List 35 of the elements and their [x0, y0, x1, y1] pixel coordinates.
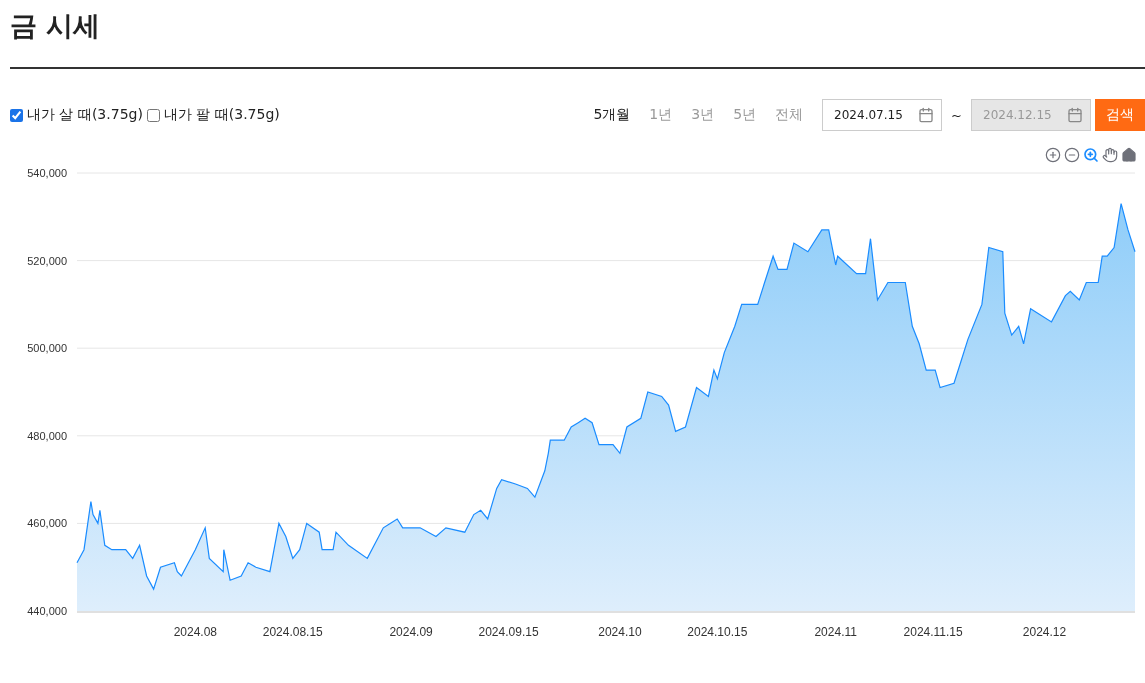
axis-label: 2024.11.15 — [903, 625, 963, 639]
axis-label: 440,000 — [27, 605, 67, 617]
page-title: 금 시세 — [10, 9, 102, 43]
checkbox-label: 내가 살 때(3.75g) — [27, 106, 143, 124]
axis-label: 500,000 — [27, 342, 67, 355]
checkbox[interactable] — [10, 108, 23, 122]
axis-label: 2024.10 — [598, 625, 642, 639]
axis-label: 2024.09.15 — [478, 625, 539, 639]
axis-label: 480,000 — [27, 429, 67, 442]
period-tab[interactable]: 5년 — [733, 106, 757, 124]
date-field[interactable]: 2024.07.15 — [822, 99, 943, 131]
zoom-in-icon[interactable] — [1045, 147, 1061, 163]
axis-label: 2024.08.15 — [262, 625, 323, 639]
axis-label: 2024.12 — [1022, 625, 1067, 639]
axis-label: 540,000 — [27, 167, 67, 179]
magnifier-icon[interactable] — [1083, 147, 1099, 163]
checkbox[interactable] — [146, 108, 160, 122]
axis-label: 2024.09 — [389, 625, 433, 639]
search-button[interactable]: 검색 — [1095, 99, 1145, 131]
period-tab[interactable]: 5개월 — [593, 106, 631, 124]
period-tab[interactable]: 1년 — [649, 106, 673, 124]
home-icon[interactable] — [1121, 147, 1137, 163]
range-separator: ~ — [951, 107, 962, 123]
calendar-icon — [918, 107, 935, 123]
checkbox-label: 내가 팔 때(3.75g) — [163, 106, 280, 124]
calendar-icon — [1067, 107, 1083, 123]
axis-label: 2024.08 — [173, 625, 217, 639]
zoom-out-icon[interactable] — [1064, 147, 1080, 163]
period-tab[interactable]: 3년 — [691, 106, 715, 124]
period-tab[interactable]: 전체 — [775, 106, 804, 124]
axis-label: 2024.10.15 — [687, 625, 748, 639]
axis-label: 520,000 — [27, 254, 67, 267]
axis-label: 2024.11 — [814, 625, 857, 639]
hand-icon[interactable] — [1102, 147, 1118, 163]
axis-label: 460,000 — [27, 517, 67, 530]
